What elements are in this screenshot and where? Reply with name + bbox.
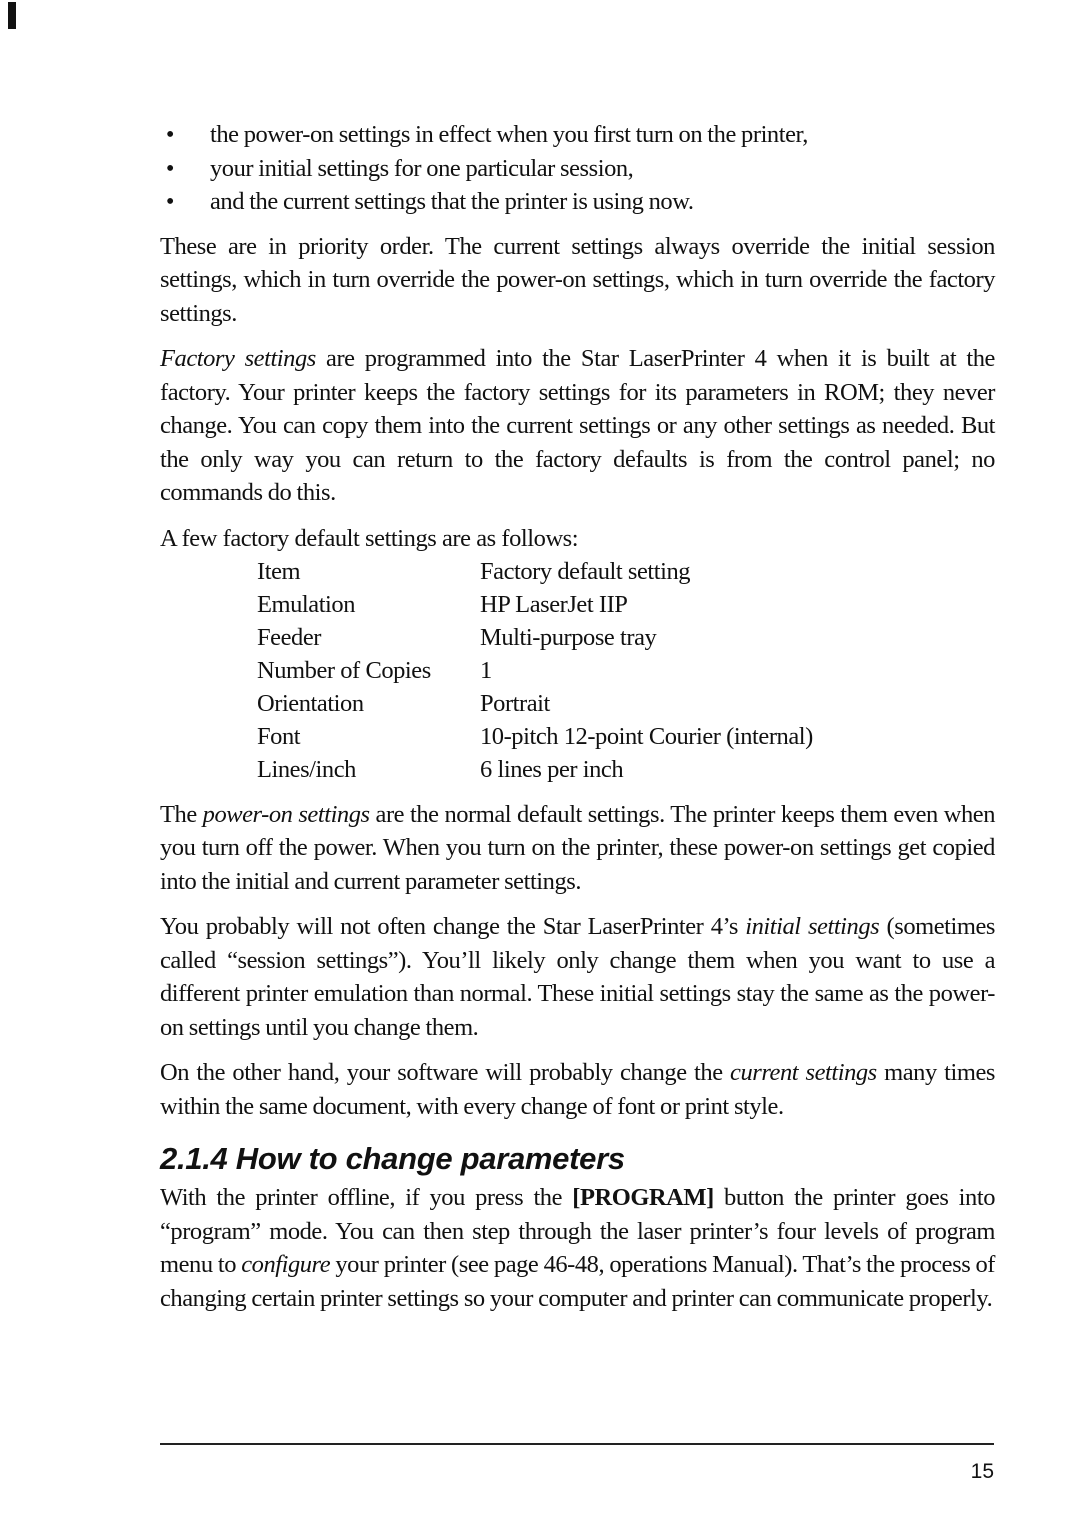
- bullet-item: • and the current settings that the print…: [160, 185, 995, 219]
- footer-rule: [160, 1443, 994, 1445]
- settings-bullet-list: • the power-on settings in effect when yo…: [160, 118, 995, 219]
- table-row: Feeder Multi-purpose tray: [257, 623, 657, 651]
- bullet-icon: •: [165, 188, 175, 215]
- table-row: Font 10-pitch 12-point Courier (internal…: [257, 722, 813, 750]
- paragraph-factory-settings: Factory settings are programmed into the…: [160, 345, 995, 506]
- section-heading: 2.1.4 How to change parameters: [160, 1141, 625, 1176]
- term-factory-settings: Factory settings: [160, 345, 316, 372]
- table-row: Number of Copies 1: [257, 656, 492, 684]
- table-row: Orientation Portrait: [257, 689, 550, 717]
- paragraph-power-on-settings: The power-on settings are the normal def…: [160, 800, 995, 895]
- page-number: 15: [970, 1460, 994, 1483]
- defaults-intro: A few factory default settings are as fo…: [160, 524, 579, 552]
- column-header-item: Item: [257, 557, 301, 585]
- document-page: • the power-on settings in effect when yo…: [160, 118, 995, 1315]
- bullet-item: • your initial settings for one particula…: [160, 152, 995, 186]
- paragraph-current-settings: On the other hand, your software will pr…: [160, 1059, 995, 1120]
- bullet-icon: •: [165, 154, 175, 182]
- table-row: Emulation HP LaserJet IIP: [257, 590, 628, 618]
- column-header-value: Factory default setting: [480, 557, 691, 585]
- term-initial-settings: initial settings: [745, 913, 880, 940]
- paragraph-initial-settings: You probably will not often change the S…: [160, 913, 995, 1041]
- term-power-on-settings: power-on settings: [202, 800, 370, 828]
- scan-artifact-mark: [8, 2, 16, 29]
- table-header-row: Item Factory default setting: [257, 555, 995, 588]
- bullet-icon: •: [165, 121, 175, 148]
- factory-defaults-table: Item Factory default setting Emulation H…: [257, 555, 995, 786]
- term-configure: configure: [241, 1251, 331, 1278]
- table-row: Lines/inch 6 lines per inch: [257, 755, 624, 783]
- program-button-label: [PROGRAM]: [572, 1184, 714, 1211]
- paragraph-priority: These are in priority order. The current…: [160, 232, 995, 327]
- paragraph-program-mode: With the printer offline, if you press t…: [160, 1184, 995, 1312]
- bullet-item: • the power-on settings in effect when yo…: [160, 118, 995, 152]
- term-current-settings: current settings: [730, 1059, 877, 1086]
